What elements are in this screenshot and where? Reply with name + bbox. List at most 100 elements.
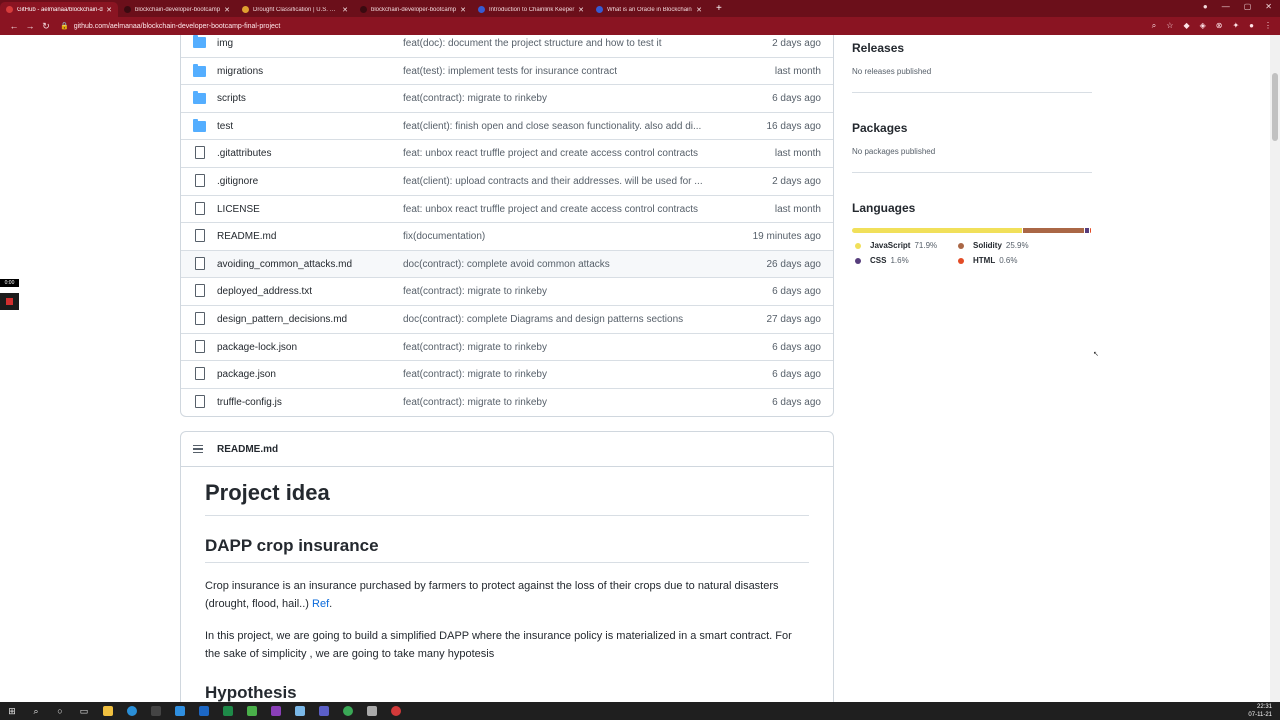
excel-icon[interactable]: [216, 702, 240, 720]
close-window-icon[interactable]: ✕: [1265, 2, 1272, 11]
edge-icon[interactable]: [120, 702, 144, 720]
reload-icon[interactable]: ↻: [38, 21, 54, 32]
file-row[interactable]: truffle-config.js feat(contract): migrate…: [181, 387, 833, 416]
system-clock[interactable]: 22:31 07-11-21: [1248, 703, 1272, 719]
browser-tab-0[interactable]: GitHub - aelmanaa/blockchain-d ✕: [0, 2, 118, 17]
commit-message-link[interactable]: feat(contract): migrate to rinkeby: [403, 342, 723, 353]
bookmark-star-icon[interactable]: ☆: [1166, 21, 1173, 31]
page-scrollbar[interactable]: [1270, 35, 1280, 702]
file-name-link[interactable]: .gitignore: [217, 176, 258, 187]
commit-message-link[interactable]: feat(client): upload contracts and their…: [403, 176, 723, 187]
outlook-icon[interactable]: [192, 702, 216, 720]
file-name-link[interactable]: package-lock.json: [217, 342, 297, 353]
extension-icon[interactable]: ◆: [1183, 21, 1189, 31]
task-view-icon[interactable]: ▭: [72, 702, 96, 720]
zoom-icon[interactable]: ⌕: [1152, 21, 1156, 31]
file-name-link[interactable]: LICENSE: [217, 204, 260, 215]
forward-icon[interactable]: →: [22, 21, 38, 31]
commit-message-link[interactable]: feat: unbox react truffle project and cr…: [403, 148, 723, 159]
language-item[interactable]: Solidity 25.9%: [955, 241, 1075, 250]
commit-message-link[interactable]: feat: unbox react truffle project and cr…: [403, 204, 723, 215]
extension-icon[interactable]: ⊗: [1216, 21, 1223, 31]
account-icon[interactable]: ●: [1249, 21, 1254, 31]
file-name-link[interactable]: design_pattern_decisions.md: [217, 314, 347, 325]
file-name-link[interactable]: migrations: [217, 66, 263, 77]
language-item[interactable]: HTML 0.6%: [955, 256, 1075, 265]
file-name-link[interactable]: deployed_address.txt: [217, 286, 312, 297]
scrollbar-thumb[interactable]: [1272, 73, 1278, 141]
packages-heading[interactable]: Packages: [852, 121, 1092, 135]
cortana-icon[interactable]: ○: [48, 702, 72, 720]
commit-message-link[interactable]: feat(contract): migrate to rinkeby: [403, 286, 723, 297]
commit-message-link[interactable]: doc(contract): complete Diagrams and des…: [403, 314, 723, 325]
tab-close-icon[interactable]: ✕: [696, 6, 702, 14]
chrome-profile-icon[interactable]: [384, 702, 408, 720]
commit-message-link[interactable]: feat(test): implement tests for insuranc…: [403, 66, 723, 77]
browser-tab-4[interactable]: Introduction to Chainlink Keeper ✕: [472, 2, 590, 17]
readme-filename[interactable]: README.md: [217, 444, 278, 455]
tab-close-icon[interactable]: ✕: [578, 6, 584, 14]
teams-icon[interactable]: [312, 702, 336, 720]
file-row[interactable]: .gitattributes feat: unbox react truffle …: [181, 139, 833, 167]
onenote-icon[interactable]: [264, 702, 288, 720]
menu-icon[interactable]: ⋮: [1264, 21, 1272, 31]
tab-close-icon[interactable]: ✕: [224, 6, 230, 14]
file-row[interactable]: .gitignore feat(client): upload contracts…: [181, 167, 833, 195]
commit-message-link[interactable]: feat(contract): migrate to rinkeby: [403, 93, 723, 104]
file-row[interactable]: img feat(doc): document the project struc…: [181, 35, 833, 57]
puzzle-icon[interactable]: ✦: [1232, 21, 1239, 31]
file-name-link[interactable]: truffle-config.js: [217, 397, 282, 408]
commit-message-link[interactable]: feat(doc): document the project structur…: [403, 38, 723, 49]
releases-heading[interactable]: Releases: [852, 41, 1092, 55]
ref-link[interactable]: Ref: [312, 598, 329, 610]
minimize-icon[interactable]: —: [1222, 2, 1230, 11]
file-row[interactable]: migrations feat(test): implement tests fo…: [181, 56, 833, 85]
language-item[interactable]: CSS 1.6%: [852, 256, 955, 265]
new-tab-button[interactable]: +: [716, 3, 722, 14]
commit-message-link[interactable]: feat(contract): migrate to rinkeby: [403, 369, 723, 380]
file-name-link[interactable]: README.md: [217, 231, 276, 242]
file-row[interactable]: LICENSE feat: unbox react truffle project…: [181, 194, 833, 223]
windows-start-icon[interactable]: ⊞: [0, 702, 24, 720]
tab-close-icon[interactable]: ✕: [342, 6, 348, 14]
file-row[interactable]: package-lock.json feat(contract): migrate…: [181, 332, 833, 361]
file-row[interactable]: test feat(client): finish open and close …: [181, 111, 833, 140]
file-name-link[interactable]: test: [217, 121, 233, 132]
back-icon[interactable]: ←: [6, 21, 22, 31]
vscode-icon[interactable]: [168, 702, 192, 720]
file-name-link[interactable]: .gitattributes: [217, 148, 271, 159]
app-icon[interactable]: [240, 702, 264, 720]
file-name-link[interactable]: img: [217, 38, 233, 49]
browser-tab-2[interactable]: Drought Classification | U.S. Dro ✕: [236, 2, 354, 17]
file-row[interactable]: avoiding_common_attacks.md doc(contract):…: [181, 249, 833, 278]
file-name-link[interactable]: avoiding_common_attacks.md: [217, 259, 352, 270]
file-row[interactable]: package.json feat(contract): migrate to r…: [181, 360, 833, 388]
maximize-icon[interactable]: ▢: [1244, 2, 1252, 11]
file-row[interactable]: README.md fix(documentation) 19 minutes ag…: [181, 222, 833, 250]
app-icon[interactable]: [288, 702, 312, 720]
file-name-link[interactable]: package.json: [217, 369, 276, 380]
file-row[interactable]: design_pattern_decisions.md doc(contract)…: [181, 305, 833, 333]
file-row[interactable]: deployed_address.txt feat(contract): migr…: [181, 277, 833, 305]
app-icon[interactable]: [360, 702, 384, 720]
file-name-link[interactable]: scripts: [217, 93, 246, 104]
file-row[interactable]: scripts feat(contract): migrate to rinkeb…: [181, 84, 833, 112]
tab-close-icon[interactable]: ✕: [460, 6, 466, 14]
browser-tab-3[interactable]: blockchain-developer-bootcamp ✕: [354, 2, 472, 17]
browser-tab-1[interactable]: blockchain-developer-bootcamp ✕: [118, 2, 236, 17]
outline-list-icon[interactable]: [193, 445, 203, 453]
extension-icon[interactable]: ◈: [1200, 21, 1206, 31]
commit-message-link[interactable]: fix(documentation): [403, 231, 723, 242]
terminal-icon[interactable]: [144, 702, 168, 720]
language-item[interactable]: JavaScript 71.9%: [852, 241, 955, 250]
commit-message-link[interactable]: feat(client): finish open and close seas…: [403, 121, 723, 132]
url-field[interactable]: 🔒 github.com/aelmanaa/blockchain-develop…: [60, 19, 1180, 33]
commit-message-link[interactable]: doc(contract): complete avoid common att…: [403, 259, 723, 270]
commit-message-link[interactable]: feat(contract): migrate to rinkeby: [403, 397, 723, 408]
file-explorer-icon[interactable]: [96, 702, 120, 720]
profile-icon[interactable]: ●: [1203, 2, 1208, 11]
browser-tab-5[interactable]: What is an Oracle in Blockchain ✕: [590, 2, 708, 17]
search-icon[interactable]: ⌕: [24, 702, 48, 720]
chrome-icon[interactable]: [336, 702, 360, 720]
stop-recording-button[interactable]: [0, 293, 19, 310]
